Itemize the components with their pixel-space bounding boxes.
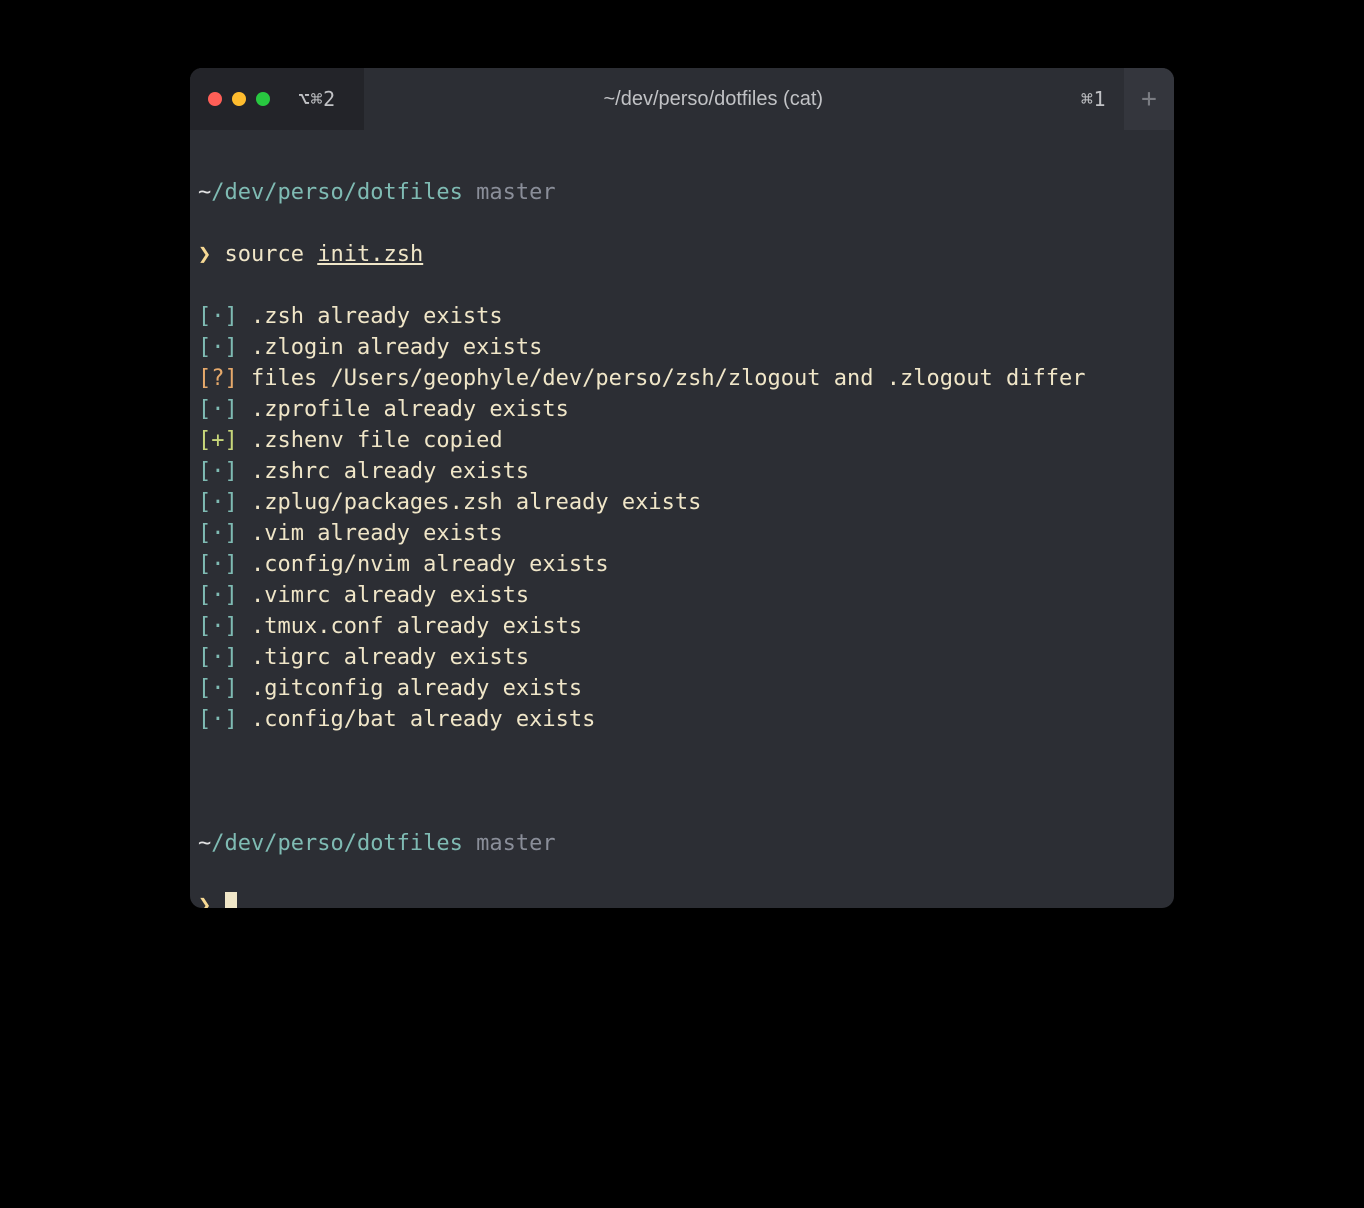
output-line: [·] .gitconfig already exists (198, 673, 1166, 704)
prompt-caret: ❯ (198, 893, 211, 908)
output-line: [·] .tigrc already exists (198, 642, 1166, 673)
terminal-window: ⌥⌘2 ~/dev/perso/dotfiles (cat) ⌘1 + ~/de… (190, 68, 1174, 908)
status-badge: [·] (198, 521, 238, 546)
titlebar: ⌥⌘2 ~/dev/perso/dotfiles (cat) ⌘1 + (190, 68, 1174, 130)
output-text: .zshenv file copied (238, 428, 503, 453)
tab-right-shortcut[interactable]: ⌘1 (1063, 68, 1124, 130)
status-badge: [·] (198, 614, 238, 639)
status-badge: [·] (198, 304, 238, 329)
output-text: .tmux.conf already exists (238, 614, 582, 639)
status-badge: [·] (198, 490, 238, 515)
terminal-content[interactable]: ~/dev/perso/dotfiles master ❯ source ini… (190, 130, 1174, 908)
command-argument: init.zsh (317, 242, 423, 267)
prompt-tilde: ~ (198, 831, 211, 856)
status-badge: [+] (198, 428, 238, 453)
prompt-path: /dev/perso/dotfiles (211, 180, 463, 205)
output-line: [·] .config/nvim already exists (198, 549, 1166, 580)
blank-line (198, 766, 1166, 797)
prompt-line: ~/dev/perso/dotfiles master (198, 177, 1166, 208)
new-tab-button[interactable]: + (1124, 68, 1174, 130)
cursor-icon (225, 892, 237, 908)
output-line: [·] .tmux.conf already exists (198, 611, 1166, 642)
output-text: .config/nvim already exists (238, 552, 609, 577)
status-badge: [·] (198, 645, 238, 670)
close-icon[interactable] (208, 92, 222, 106)
output-line: [·] .vim already exists (198, 518, 1166, 549)
output-line: [·] .zprofile already exists (198, 394, 1166, 425)
status-badge: [·] (198, 583, 238, 608)
tab-left-shortcut: ⌥⌘2 (298, 87, 336, 111)
maximize-icon[interactable] (256, 92, 270, 106)
output-text: .vimrc already exists (238, 583, 529, 608)
output-line: [·] .zsh already exists (198, 301, 1166, 332)
status-badge: [·] (198, 552, 238, 577)
output-lines: [·] .zsh already exists[·] .zlogin alrea… (198, 301, 1166, 735)
output-line: [·] .vimrc already exists (198, 580, 1166, 611)
output-line: [+] .zshenv file copied (198, 425, 1166, 456)
window-title: ~/dev/perso/dotfiles (cat) (364, 68, 1063, 130)
output-text: .zsh already exists (238, 304, 503, 329)
prompt-tilde: ~ (198, 180, 211, 205)
status-badge: [·] (198, 459, 238, 484)
output-line: [·] .config/bat already exists (198, 704, 1166, 735)
output-text: .zprofile already exists (238, 397, 569, 422)
prompt-path: /dev/perso/dotfiles (211, 831, 463, 856)
prompt-caret: ❯ (198, 242, 211, 267)
output-text: .zshrc already exists (238, 459, 529, 484)
command-name: source (225, 242, 304, 267)
output-line: [·] .zlogin already exists (198, 332, 1166, 363)
status-badge: [·] (198, 707, 238, 732)
output-text: .zlogin already exists (238, 335, 543, 360)
status-badge: [·] (198, 397, 238, 422)
status-badge: [?] (198, 366, 238, 391)
command-line: ❯ source init.zsh (198, 239, 1166, 270)
status-badge: [·] (198, 335, 238, 360)
branch-label: master (476, 180, 555, 205)
output-line: [·] .zplug/packages.zsh already exists (198, 487, 1166, 518)
output-text: .vim already exists (238, 521, 503, 546)
status-badge: [·] (198, 676, 238, 701)
tab-left[interactable]: ⌥⌘2 (190, 68, 364, 130)
output-line: [?] files /Users/geophyle/dev/perso/zsh/… (198, 363, 1166, 394)
output-text: .tigrc already exists (238, 645, 529, 670)
output-text: .gitconfig already exists (238, 676, 582, 701)
traffic-lights (208, 92, 270, 106)
prompt-input-line[interactable]: ❯ (198, 890, 1166, 908)
prompt-line-2: ~/dev/perso/dotfiles master (198, 828, 1166, 859)
output-text: .zplug/packages.zsh already exists (238, 490, 702, 515)
output-text: files /Users/geophyle/dev/perso/zsh/zlog… (238, 366, 1086, 391)
minimize-icon[interactable] (232, 92, 246, 106)
branch-label: master (476, 831, 555, 856)
output-line: [·] .zshrc already exists (198, 456, 1166, 487)
output-text: .config/bat already exists (238, 707, 596, 732)
